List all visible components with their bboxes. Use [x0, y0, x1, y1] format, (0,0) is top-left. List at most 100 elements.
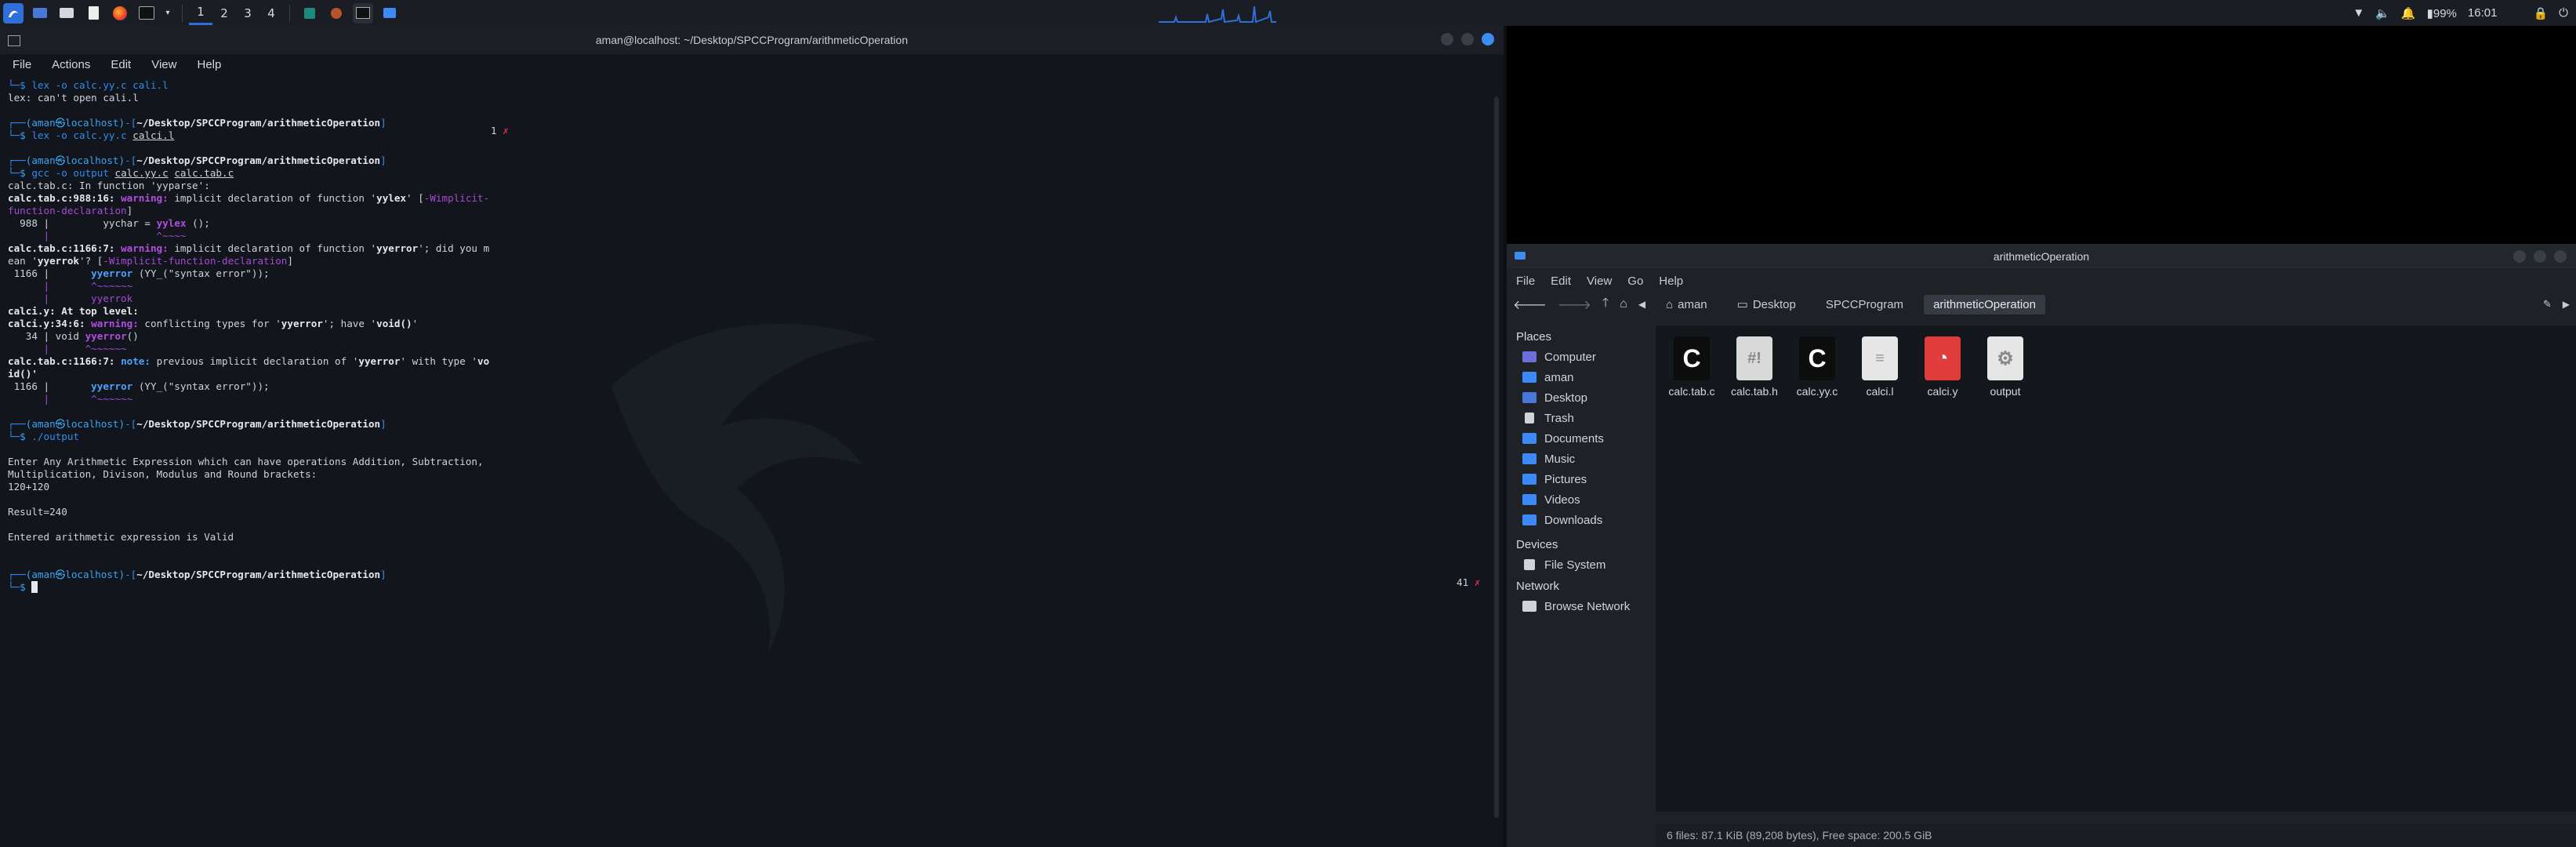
- executable-file-icon: ⚙: [1987, 336, 2023, 380]
- menu-view[interactable]: View: [151, 58, 176, 71]
- home-folder-icon: [1522, 372, 1537, 383]
- forward-arrow-icon[interactable]: 🡒: [1558, 296, 1591, 313]
- file-item[interactable]: C calc.tab.c: [1660, 336, 1723, 398]
- terminal-title: aman@localhost: ~/Desktop/SPCCProgram/ar…: [595, 34, 909, 46]
- terminal-line: Enter Any Arithmetic Expression which ca…: [8, 456, 484, 467]
- folder-icon: [1515, 252, 1526, 260]
- breadcrumb-spccprogram[interactable]: SPCCProgram: [1816, 295, 1913, 314]
- menu-go[interactable]: Go: [1627, 274, 1643, 288]
- terminal-task-icon[interactable]: [353, 2, 373, 24]
- terminal-line: | ^~~~~~~: [8, 393, 133, 405]
- file-manager-task-icon[interactable]: [379, 3, 400, 24]
- sidebar-item-file-system[interactable]: File System: [1507, 554, 1654, 575]
- firefox-icon[interactable]: [110, 3, 130, 24]
- file-item[interactable]: ≡ calci.l: [1849, 336, 1911, 398]
- desktop-background: [1507, 26, 2576, 244]
- menu-file[interactable]: File: [13, 58, 31, 71]
- terminal-scrollbar[interactable]: [1494, 96, 1499, 818]
- battery-indicator[interactable]: ▮99%: [2427, 6, 2457, 20]
- menu-edit[interactable]: Edit: [1551, 274, 1571, 288]
- volume-icon[interactable]: 🔈: [2375, 6, 2390, 20]
- menu-file[interactable]: File: [1516, 274, 1535, 288]
- prompt-line: ┌──(aman㉿localhost)-[~/Desktop/SPCCProgr…: [8, 569, 386, 580]
- sidebar-item-documents[interactable]: Documents: [1507, 428, 1654, 449]
- file-manager-menubar: File Edit View Go Help: [1507, 269, 2576, 293]
- text-editor-icon[interactable]: [83, 3, 103, 24]
- maximize-button[interactable]: [2534, 250, 2546, 263]
- terminal-launcher-icon[interactable]: [136, 3, 157, 24]
- menu-view[interactable]: View: [1587, 274, 1612, 288]
- network-icon[interactable]: ▼: [2353, 6, 2364, 20]
- breadcrumb-arithmeticoperation[interactable]: arithmeticOperation: [1924, 294, 2045, 314]
- code-editor-task-icon[interactable]: [299, 3, 320, 24]
- breadcrumb-aman[interactable]: ⌂ aman: [1656, 295, 1717, 314]
- terminal-line: | ^~~~~~~: [8, 343, 127, 354]
- close-button[interactable]: [2554, 250, 2567, 263]
- documents-folder-icon: [1522, 433, 1537, 444]
- maximize-button[interactable]: [1461, 33, 1474, 45]
- sidebar-item-browse-network[interactable]: Browse Network: [1507, 596, 1654, 616]
- sidebar-item-computer[interactable]: Computer: [1507, 347, 1654, 367]
- edit-path-icon[interactable]: ✎: [2543, 298, 2552, 311]
- menu-help[interactable]: Help: [197, 58, 221, 71]
- chevron-down-icon[interactable]: ▾: [163, 3, 172, 24]
- terminal-line: lex: can't open cali.l: [8, 92, 139, 104]
- sidebar-item-aman[interactable]: aman: [1507, 367, 1654, 387]
- file-view[interactable]: C calc.tab.c #! calc.tab.h C calc.yy.c ≡…: [1656, 325, 2576, 812]
- show-desktop-icon[interactable]: [30, 3, 50, 24]
- workspace-2[interactable]: 2: [212, 2, 236, 25]
- sidebar-item-desktop[interactable]: Desktop: [1507, 387, 1654, 408]
- kali-menu-icon[interactable]: [3, 2, 24, 24]
- sidebar-item-videos[interactable]: Videos: [1507, 489, 1654, 510]
- up-arrow-icon[interactable]: 🡑: [1602, 294, 1609, 315]
- c-source-file-icon: C: [1799, 336, 1835, 380]
- sidebar-item-music[interactable]: Music: [1507, 449, 1654, 469]
- file-manager-icon[interactable]: [56, 3, 77, 24]
- menu-actions[interactable]: Actions: [52, 58, 90, 71]
- file-manager-window: arithmeticOperation File Edit View Go He…: [1507, 244, 2576, 847]
- workspace-3[interactable]: 3: [236, 2, 259, 25]
- clock[interactable]: 16:01: [2468, 6, 2498, 20]
- menu-edit[interactable]: Edit: [111, 58, 131, 71]
- file-manager-title: arithmeticOperation: [1993, 250, 2090, 263]
- terminal-line: 1166 | yyerror (YY_("syntax error"));: [8, 380, 270, 392]
- file-item[interactable]: ⚙ output: [1974, 336, 2037, 398]
- breadcrumb-desktop[interactable]: ▭ Desktop: [1728, 294, 1805, 314]
- back-arrow-icon[interactable]: 🡐: [1513, 296, 1547, 313]
- file-item[interactable]: #! calc.tab.h: [1723, 336, 1786, 398]
- lock-icon[interactable]: 🔒: [2533, 6, 2548, 20]
- file-name: output: [1990, 385, 2021, 398]
- network-header: Network: [1516, 580, 1560, 593]
- sidebar-item-downloads[interactable]: Downloads: [1507, 510, 1654, 530]
- close-button[interactable]: [1482, 33, 1494, 45]
- menu-help[interactable]: Help: [1659, 274, 1683, 288]
- app-task-icon[interactable]: [326, 3, 346, 24]
- file-item[interactable]: ◔ calci.y: [1911, 336, 1974, 398]
- notification-bell-icon[interactable]: 🔔: [2401, 6, 2416, 20]
- file-manager-toolbar: 🡐 🡒 🡑 ⌂ ◀ ⌂ aman ▭ Desktop SPCCProgram ari…: [1507, 293, 2576, 316]
- terminal-output[interactable]: └─$ lex -o calc.yy.c cali.l lex: can't o…: [0, 75, 1504, 598]
- workspace-4[interactable]: 4: [259, 2, 283, 25]
- sidebar-item-trash[interactable]: Trash: [1507, 408, 1654, 428]
- sidebar-item-pictures[interactable]: Pictures: [1507, 469, 1654, 489]
- terminal-menubar: File Actions Edit View Help: [0, 54, 1504, 75]
- chevron-right-icon[interactable]: ▶: [2563, 299, 2570, 310]
- trash-icon: [1525, 413, 1534, 424]
- places-header: Places: [1516, 330, 1552, 344]
- text-cursor: [31, 581, 38, 593]
- home-icon[interactable]: ⌂: [1620, 297, 1627, 311]
- terminal-window: aman@localhost: ~/Desktop/SPCCProgram/ar…: [0, 26, 1504, 847]
- terminal-line: 988 | yychar = yylex ();: [8, 217, 210, 229]
- file-item[interactable]: C calc.yy.c: [1786, 336, 1849, 398]
- power-icon[interactable]: ⏻: [2559, 6, 2568, 20]
- minimize-button[interactable]: [2513, 250, 2526, 263]
- chevron-left-icon[interactable]: ◀: [1638, 299, 1645, 310]
- workspace-1[interactable]: 1: [189, 2, 212, 25]
- minimize-button[interactable]: [1441, 33, 1453, 45]
- terminal-line: 34 | void yyerror(): [8, 330, 139, 342]
- network-graph: [1159, 5, 1276, 24]
